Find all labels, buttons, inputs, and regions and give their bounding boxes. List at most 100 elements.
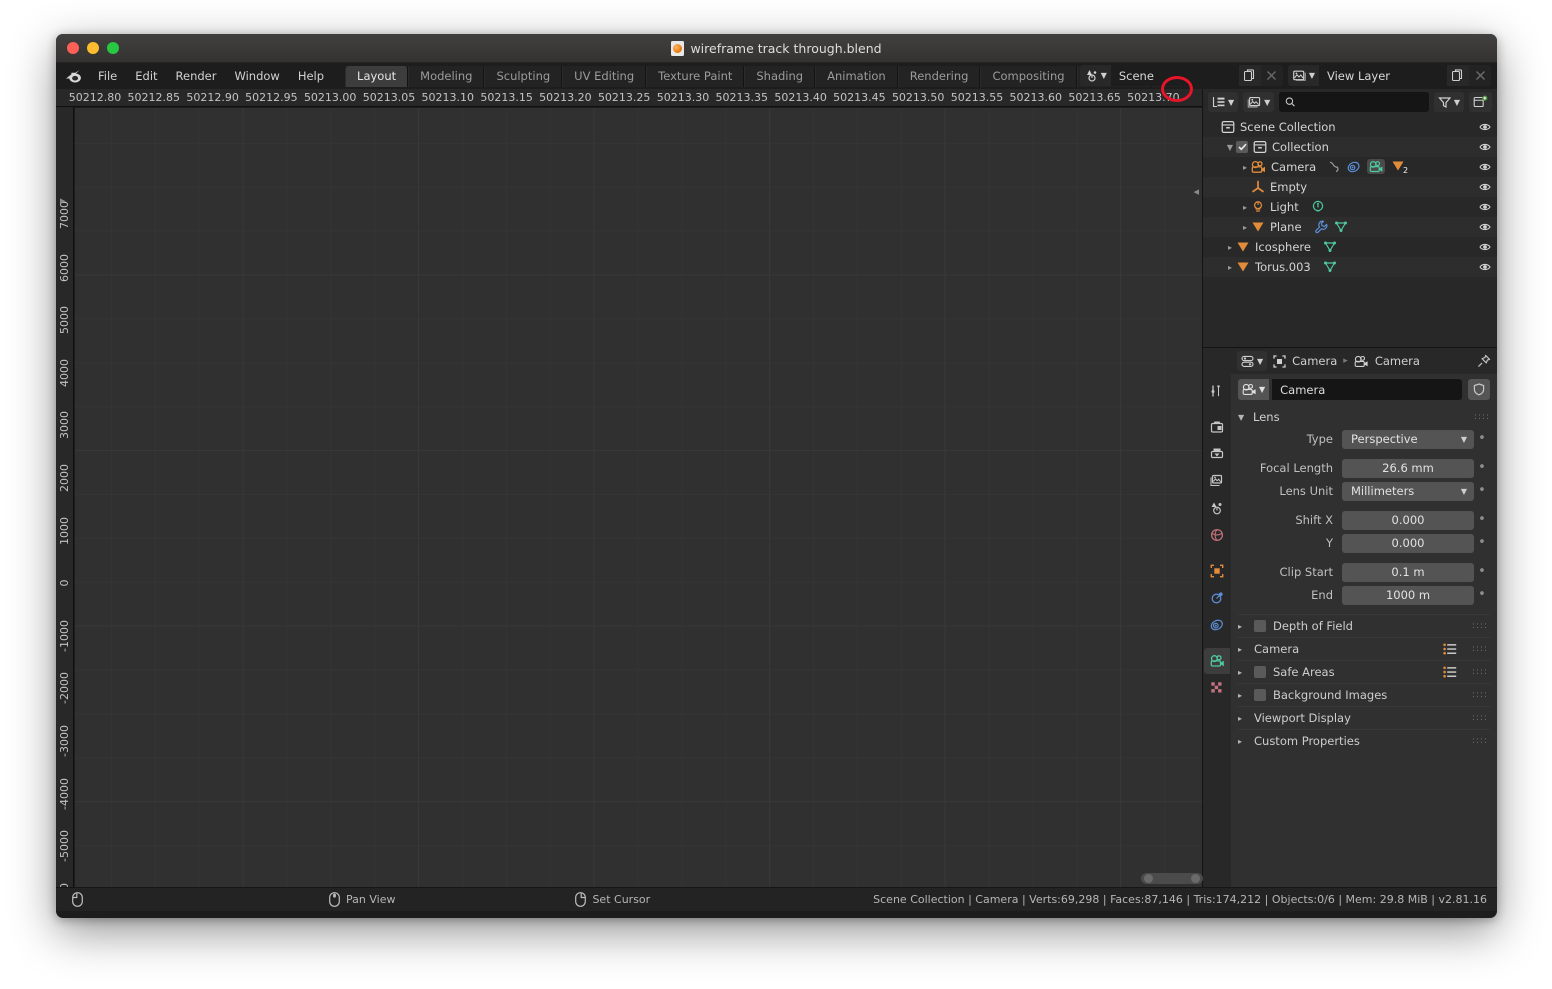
hide-in-viewport-toggle[interactable] [1479,181,1491,193]
viewport-region-toggle-left[interactable]: ▸ [60,194,66,207]
pin-id-button[interactable] [1477,354,1491,368]
new-scene-button[interactable] [1238,65,1261,86]
tab-animation[interactable]: Animation [815,65,898,87]
lens-panel-header[interactable]: ▼ Lens :::: [1238,407,1490,427]
field-value-focal-length[interactable]: 26.6 mm [1342,458,1474,478]
panel-enable-checkbox[interactable] [1254,666,1266,678]
triangle-right-icon[interactable]: ▸ [1238,622,1247,631]
properties-tab-object[interactable] [1204,558,1230,584]
camera-name-input[interactable]: Camera [1272,379,1462,400]
animate-property-dot[interactable]: • [1474,461,1490,474]
mesh-data-icon[interactable] [1323,240,1337,254]
triangle-right-icon[interactable]: ▸ [1238,714,1247,723]
disclosure-triangle-right-icon[interactable]: ▸ [1239,223,1251,232]
outliner-row-icosphere[interactable]: ▸ Icosphere [1203,237,1497,257]
animate-property-dot[interactable]: • [1474,432,1490,445]
menu-file[interactable]: File [89,66,126,86]
breadcrumb-object[interactable]: Camera [1292,354,1337,368]
mesh-data-icon[interactable] [1323,260,1337,274]
panel-background-images[interactable]: ▸ Background Images:::: [1238,683,1490,706]
properties-tab-modifiers[interactable] [1204,585,1230,611]
view-layer-browse-button[interactable]: ▼ [1287,65,1319,86]
light-data-icon[interactable] [1311,200,1325,214]
outliner-display-mode-button[interactable]: ▼ [1208,92,1239,112]
outliner-search-box[interactable] [1279,92,1429,112]
tab-shading[interactable]: Shading [744,65,816,87]
tab-compositing[interactable]: Compositing [980,65,1077,87]
properties-tab-world[interactable] [1204,522,1230,548]
properties-tab-object-data-camera[interactable] [1204,648,1230,674]
tab-layout[interactable]: Layout [345,65,409,87]
outliner-row-torus-003[interactable]: ▸ Torus.003 [1203,257,1497,277]
properties-tab-physics[interactable] [1204,612,1230,638]
fake-user-button[interactable] [1468,379,1490,400]
viewport-region-toggle-right[interactable]: ◂ [1193,185,1199,198]
viewport-editor[interactable]: 50212.80 50212.85 50212.90 50212.95 50213.00… [56,89,1203,887]
panel-camera[interactable]: ▸ Camera:::: [1238,637,1490,660]
view-layer-name-field[interactable]: View Layer [1319,65,1447,86]
field-value-shift-x[interactable]: 0.000 [1342,510,1474,530]
remove-view-layer-button[interactable] [1469,65,1491,86]
triangle-right-icon[interactable]: ▸ [1238,737,1247,746]
outliner-search-input[interactable] [1300,95,1423,109]
panel-enable-checkbox[interactable] [1254,689,1266,701]
hide-in-viewport-toggle[interactable] [1479,121,1491,133]
constraint-icon[interactable] [1347,160,1361,174]
hide-in-viewport-toggle[interactable] [1479,141,1491,153]
hide-in-viewport-toggle[interactable] [1479,221,1491,233]
properties-tab-tool[interactable] [1204,378,1230,404]
outliner-row-scene-collection[interactable]: Scene Collection [1203,117,1497,137]
outliner-row-plane[interactable]: ▸ Plane [1203,217,1497,237]
field-value-clip-start[interactable]: 0.1 m [1342,562,1474,582]
mesh-data-icon-2[interactable]: 2 [1391,159,1408,176]
outliner-tree[interactable]: Scene Collection ▼ Collection ▸ Camera 2 Empty… [1203,115,1497,347]
unlink-scene-button[interactable] [1260,65,1283,86]
properties-content[interactable]: ▼ Camera ▼ Lens :::: Type Perspective ▼ … [1231,374,1497,887]
triangle-right-icon[interactable]: ▸ [1238,691,1247,700]
menu-window[interactable]: Window [225,66,288,86]
horizontal-scrollbar[interactable] [1141,873,1203,884]
outliner-filter-id-button[interactable]: ▼ [1243,92,1275,112]
wrench-modifier-icon[interactable] [1314,220,1328,234]
field-value-end[interactable]: 1000 m [1342,585,1474,605]
new-collection-button[interactable] [1469,92,1492,112]
outliner-row-empty[interactable]: Empty [1203,177,1497,197]
properties-editor-type-button[interactable]: ▼ [1237,351,1268,371]
minimize-window-button[interactable] [87,42,99,54]
camera-data-icon-active[interactable] [1367,158,1386,174]
field-value-y[interactable]: 0.000 [1342,533,1474,553]
close-window-button[interactable] [67,42,79,54]
hide-in-viewport-toggle[interactable] [1479,201,1491,213]
outliner-filter-button[interactable]: ▼ [1433,92,1464,112]
animate-property-dot[interactable]: • [1474,484,1490,497]
hide-in-viewport-toggle[interactable] [1479,161,1491,173]
properties-tab-render[interactable] [1204,414,1230,440]
disclosure-triangle-right-icon[interactable]: ▸ [1224,263,1236,272]
tab-texture-paint[interactable]: Texture Paint [646,65,745,87]
camera-data-icon[interactable] [1367,158,1386,176]
panel-viewport-display[interactable]: ▸ Viewport Display:::: [1238,706,1490,729]
outliner-row-camera[interactable]: ▸ Camera 2 [1203,157,1497,177]
animation-icon[interactable] [1328,160,1341,174]
disclosure-triangle-right-icon[interactable]: ▸ [1224,243,1236,252]
blender-logo-icon[interactable] [63,67,83,85]
menu-help[interactable]: Help [289,66,333,86]
properties-tab-view-layer[interactable] [1204,468,1230,494]
preset-list-icon[interactable] [1443,666,1457,678]
breadcrumb-data[interactable]: Camera [1375,354,1420,368]
maximize-window-button[interactable] [107,42,119,54]
outliner-row-light[interactable]: ▸ Light [1203,197,1497,217]
panel-custom-properties[interactable]: ▸ Custom Properties:::: [1238,729,1490,752]
animate-property-dot[interactable]: • [1474,536,1490,549]
triangle-right-icon[interactable]: ▸ [1238,668,1247,677]
disclosure-triangle-down-icon[interactable]: ▼ [1224,143,1236,152]
animate-property-dot[interactable]: • [1474,565,1490,578]
properties-tab-scene[interactable] [1204,495,1230,521]
properties-tab-output[interactable] [1204,441,1230,467]
properties-tab-texture[interactable] [1204,675,1230,701]
menu-edit[interactable]: Edit [126,66,166,86]
panel-depth-of-field[interactable]: ▸ Depth of Field:::: [1238,614,1490,637]
hide-in-viewport-toggle[interactable] [1479,241,1491,253]
mesh-data-icon[interactable] [1334,220,1348,234]
animate-property-dot[interactable]: • [1474,513,1490,526]
